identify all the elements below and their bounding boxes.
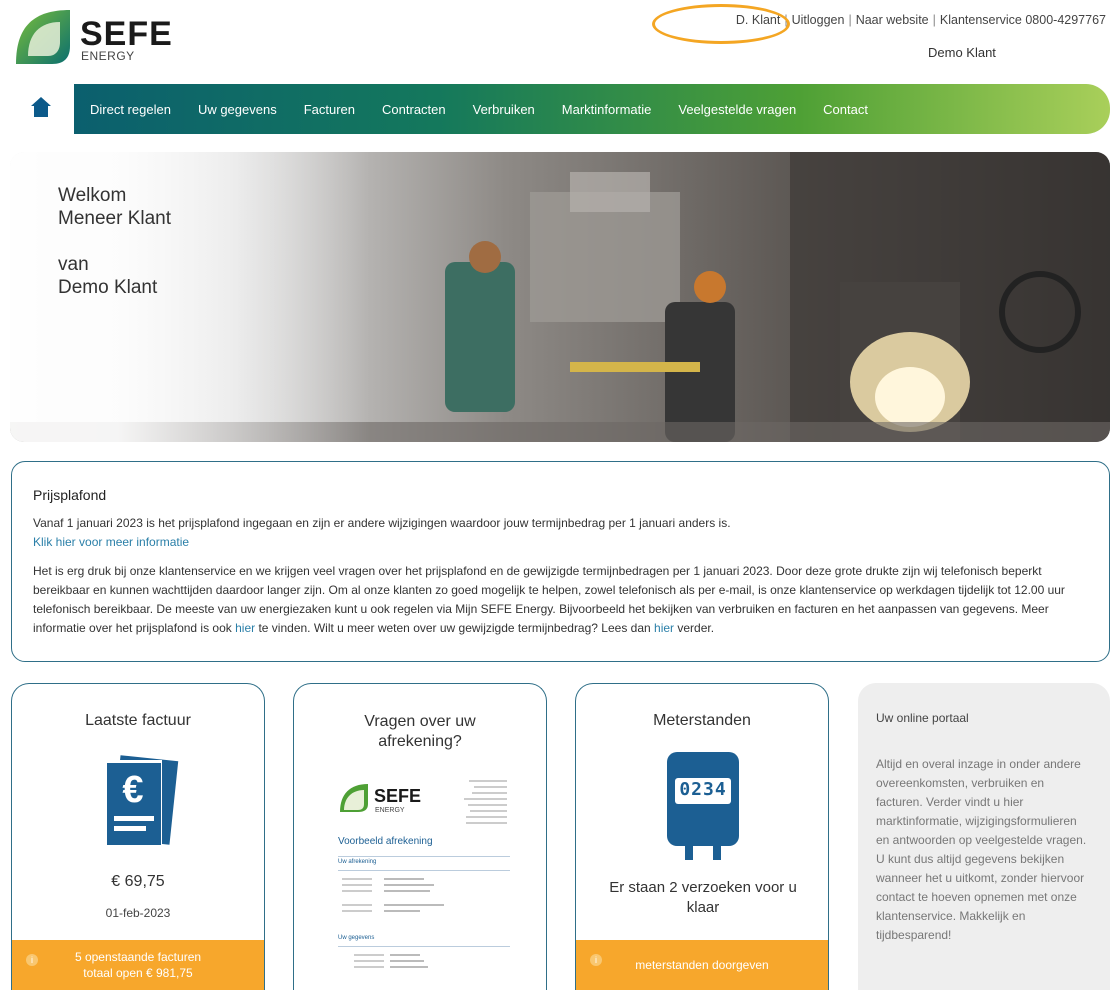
home-icon[interactable]: [30, 96, 52, 118]
svg-text:€: €: [122, 769, 143, 811]
sample-doc-section: Uw afrekening: [338, 859, 377, 865]
separator: |: [848, 13, 852, 27]
separator: |: [784, 13, 788, 27]
welcome-text: Welkom Meneer Klant van Demo Klant: [58, 184, 171, 299]
welcome-van: van: [58, 254, 89, 275]
nav-veelgestelde-vragen[interactable]: Veelgestelde vragen: [678, 102, 796, 117]
svg-text:SEFE: SEFE: [374, 786, 421, 806]
notice-body: Het is erg druk bij onze klantenservice …: [33, 564, 1065, 635]
invoice-amount: € 69,75: [111, 873, 165, 890]
submit-meter-readings-label: meterstanden doorgeven: [635, 958, 769, 972]
customer-service-link[interactable]: Klantenservice 0800-4297767: [940, 13, 1106, 27]
card-title: Meterstanden: [653, 712, 751, 729]
nav-contact[interactable]: Contact: [823, 102, 868, 117]
user-link[interactable]: D. Klant: [736, 13, 780, 27]
company-name: Demo Klant: [58, 277, 158, 298]
logo-leaf-icon: [16, 10, 70, 64]
open-invoices-count: 5 openstaande facturen: [74, 950, 202, 964]
brand-name: SEFE: [80, 15, 173, 53]
nav-facturen[interactable]: Facturen: [304, 102, 355, 117]
nav-verbruiken[interactable]: Verbruiken: [473, 102, 535, 117]
invoice-document-icon: €: [104, 755, 179, 846]
card-title: Laatste factuur: [85, 712, 191, 729]
separator: |: [932, 13, 936, 27]
nav-marktinformatie[interactable]: Marktinformatie: [562, 102, 652, 117]
invoice-date: 01-feb-2023: [105, 906, 171, 920]
top-links: D. Klant | Uitloggen | Naar website | Klantens…: [736, 13, 1106, 27]
open-invoices-total: totaal open € 981,75: [83, 966, 193, 980]
hero-banner: Welkom Meneer Klant van Demo Klant: [10, 152, 1110, 442]
settlement-questions-card[interactable]: Vragen over uw afrekening? SEFE ENERGY V…: [293, 683, 547, 990]
logout-link[interactable]: Uitloggen: [792, 13, 845, 27]
price-cap-notice: Prijsplafond Vanaf 1 januari 2023 is het…: [11, 461, 1110, 662]
meter-readings-card[interactable]: Meterstanden 0234 Er staan 2 verzoeken v…: [575, 683, 829, 990]
notice-title: Prijsplafond: [33, 487, 107, 503]
brand-logo[interactable]: SEFE ENERGY: [12, 6, 202, 68]
nav-direct-regelen[interactable]: Direct regelen: [90, 102, 171, 117]
main-nav: Direct regelen Uw gegevens Facturen Cont…: [74, 84, 1110, 134]
sample-doc-heading: Voorbeeld afrekening: [338, 836, 433, 847]
gas-meter-icon: [667, 752, 739, 860]
info-icon: i: [590, 954, 602, 966]
meter-reading: 0234: [679, 779, 727, 800]
portal-description: Altijd en overal inzage in onder andere …: [876, 757, 1087, 942]
more-info-link[interactable]: Klik hier voor meer informatie: [33, 535, 189, 549]
submit-meter-readings-button[interactable]: i meterstanden doorgeven: [576, 940, 828, 990]
nav-uw-gegevens[interactable]: Uw gegevens: [198, 102, 277, 117]
latest-invoice-card[interactable]: Laatste factuur € € 69,75 01-feb-2023 i …: [11, 683, 265, 990]
open-invoices-button[interactable]: i 5 openstaande facturen totaal open € 9…: [12, 940, 264, 990]
info-icon: i: [26, 954, 38, 966]
svg-text:ENERGY: ENERGY: [375, 807, 405, 814]
installment-info-link[interactable]: hier: [654, 621, 674, 635]
card-title: Vragen over uw afrekening?: [364, 713, 476, 750]
portal-title: Uw online portaal: [876, 711, 969, 725]
customer-name: Meneer Klant: [58, 208, 172, 229]
website-link[interactable]: Naar website: [856, 13, 929, 27]
sample-settlement-document: SEFE ENERGY Voorbeeld afrekening Uw afre…: [334, 774, 514, 984]
online-portal-info: Uw online portaal Altijd en overal inzag…: [858, 683, 1110, 990]
notice-intro: Vanaf 1 januari 2023 is het prijsplafond…: [33, 516, 731, 530]
price-cap-info-link[interactable]: hier: [235, 621, 255, 635]
meter-requests-message: Er staan 2 verzoeken voor u klaar: [609, 879, 797, 916]
welcome-line: Welkom: [58, 185, 127, 206]
brand-sub: ENERGY: [81, 49, 135, 63]
sample-doc-section: Uw gegevens: [338, 935, 375, 941]
nav-contracten[interactable]: Contracten: [382, 102, 446, 117]
account-name: Demo Klant: [928, 45, 996, 60]
